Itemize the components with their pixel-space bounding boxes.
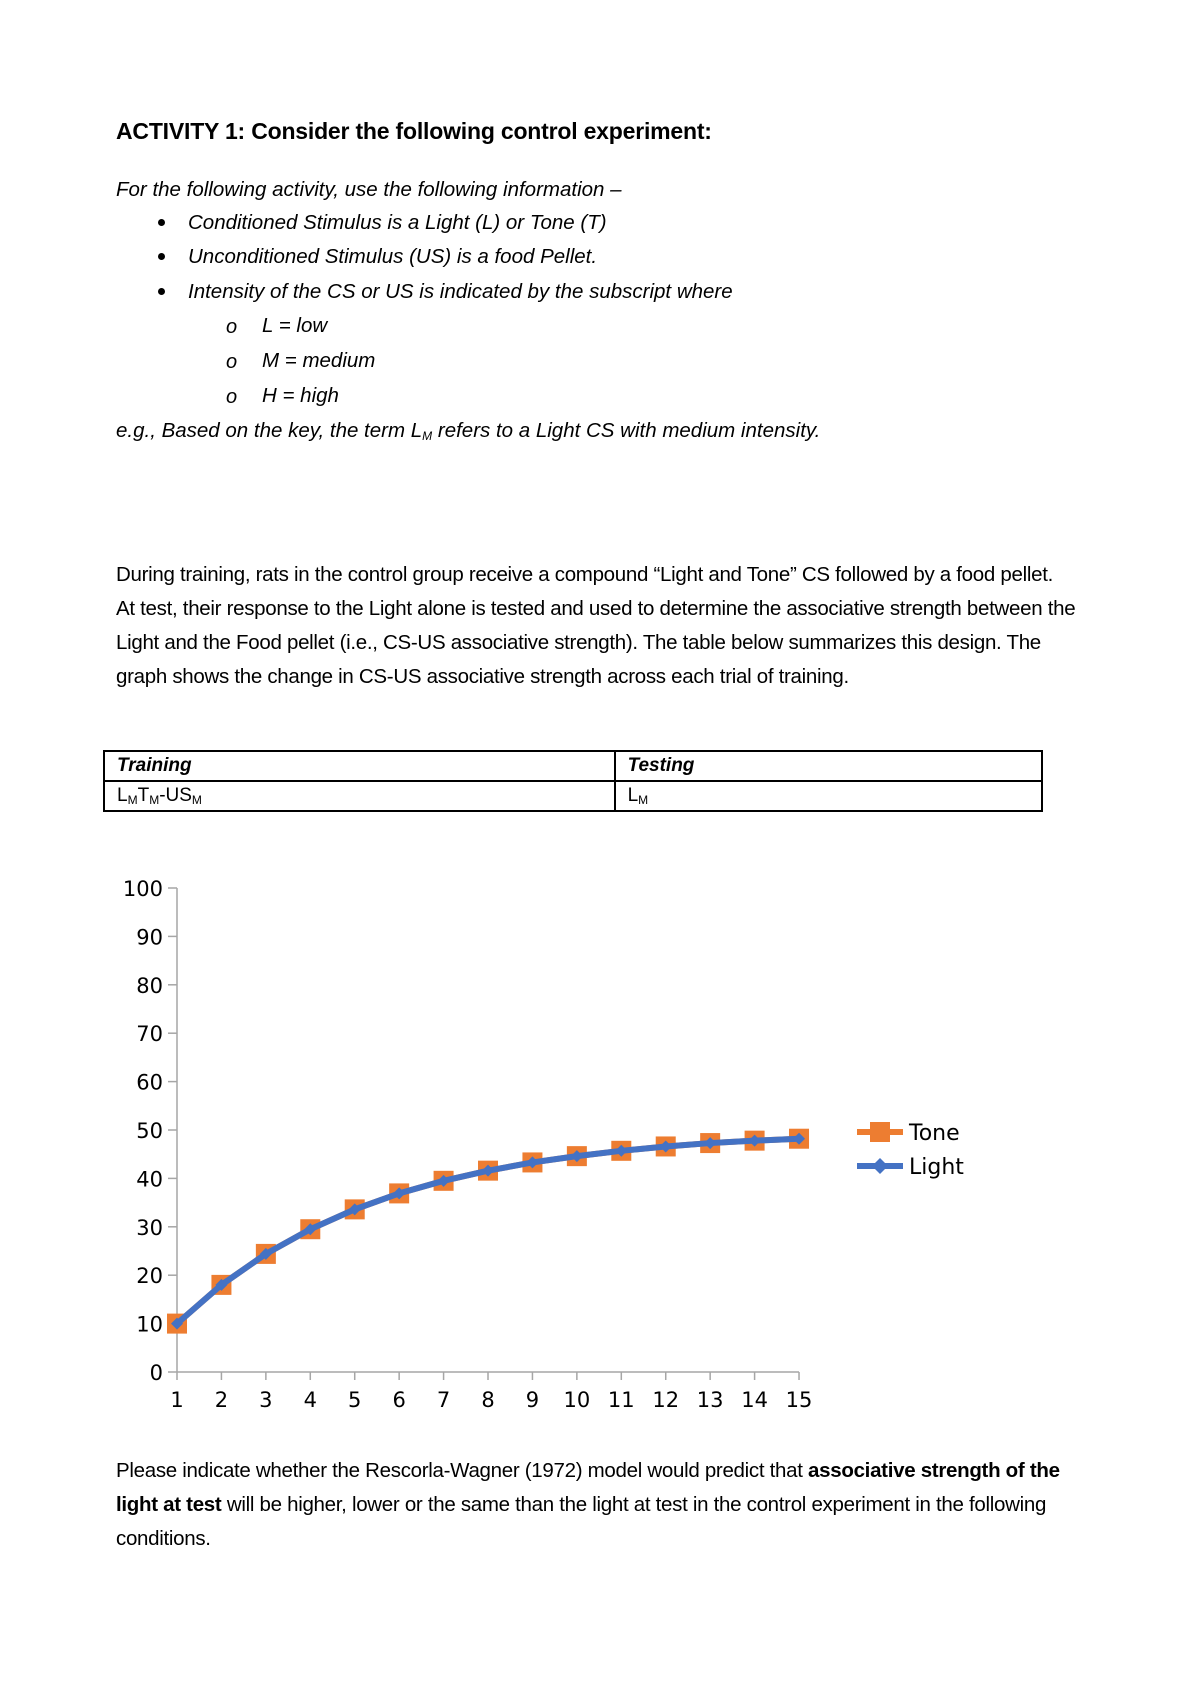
example-subscript: M bbox=[422, 429, 433, 443]
x-tick-label: 15 bbox=[786, 1388, 813, 1412]
bullet-item: Conditioned Stimulus is a Light (L) or T… bbox=[188, 211, 607, 234]
sub-bullet-icon: o bbox=[226, 316, 238, 338]
y-tick-label: 100 bbox=[123, 877, 163, 901]
design-paragraph: During training, rats in the control gro… bbox=[116, 563, 1076, 688]
associative-strength-chart: 01020304050607080901001 2 3 4 5 6 7 8 9 10 11 12 13 1… bbox=[123, 877, 964, 1412]
sub-bullet-item: H = high bbox=[262, 384, 339, 407]
y-tick-label: 0 bbox=[150, 1361, 163, 1385]
y-tick-label: 70 bbox=[136, 1022, 163, 1046]
chart-legend: Tone Light bbox=[857, 1121, 964, 1180]
x-tick-label: 1 bbox=[170, 1388, 183, 1412]
x-tick-label: 9 bbox=[526, 1388, 539, 1412]
term: -US bbox=[159, 785, 192, 806]
y-tick-label: 50 bbox=[136, 1119, 163, 1143]
bullet-icon bbox=[158, 288, 165, 295]
subscript: M bbox=[191, 793, 202, 807]
y-tick-label: 30 bbox=[136, 1216, 163, 1240]
sub-bullet-item: L = low bbox=[262, 314, 328, 337]
legend-label-light: Light bbox=[909, 1155, 964, 1180]
y-tick-label: 90 bbox=[136, 925, 163, 949]
x-tick-label: 14 bbox=[741, 1388, 768, 1412]
bullet-item: Intensity of the CS or US is indicated b… bbox=[188, 280, 733, 303]
intro-text: For the following activity, use the foll… bbox=[116, 178, 622, 201]
header-training: Training bbox=[103, 750, 616, 782]
term: T bbox=[137, 785, 150, 806]
activity-heading: ACTIVITY 1: Consider the following contr… bbox=[116, 118, 712, 144]
cell-training: LMTM-USM bbox=[103, 780, 616, 812]
y-tick-label: 80 bbox=[136, 974, 163, 998]
sub-bullet-icon: o bbox=[226, 386, 238, 408]
chart-series bbox=[167, 1128, 810, 1334]
cell-testing: LM bbox=[613, 780, 1044, 812]
x-tick-label: 7 bbox=[437, 1388, 450, 1412]
subscript: M bbox=[638, 793, 649, 807]
bullet-item: Unconditioned Stimulus (US) is a food Pe… bbox=[188, 245, 598, 268]
term: L bbox=[627, 785, 639, 806]
document-page: ACTIVITY 1: Consider the following contr… bbox=[0, 0, 1200, 1698]
design-table: Training Testing LMTM-USM LM bbox=[103, 750, 1044, 812]
subscript: M bbox=[149, 793, 160, 807]
table-header-row: Training Testing bbox=[103, 750, 1044, 782]
bullet-icon bbox=[158, 219, 165, 226]
subscript: M bbox=[127, 793, 138, 807]
y-tick-label: 60 bbox=[136, 1071, 163, 1095]
x-tick-label: 10 bbox=[564, 1388, 591, 1412]
x-tick-label: 13 bbox=[697, 1388, 724, 1412]
sub-bullet-icon: o bbox=[226, 351, 238, 373]
example-text: e.g., Based on the key, the term LM refe… bbox=[116, 419, 820, 443]
x-tick-label: 6 bbox=[392, 1388, 405, 1412]
x-tick-label: 5 bbox=[348, 1388, 361, 1412]
legend-label-tone: Tone bbox=[908, 1121, 960, 1146]
question-paragraph: Please indicate whether the Rescorla-Wag… bbox=[116, 1454, 1076, 1556]
x-tick-label: 11 bbox=[608, 1388, 635, 1412]
x-tick-label: 2 bbox=[215, 1388, 228, 1412]
question-text-end: will be higher, lower or the same than t… bbox=[116, 1493, 1047, 1550]
question-text: Please indicate whether the Rescorla-Wag… bbox=[116, 1459, 809, 1482]
example-after: refers to a Light CS with medium intensi… bbox=[432, 419, 821, 442]
legend-marker-tone bbox=[870, 1122, 890, 1142]
y-tick-label: 20 bbox=[136, 1264, 163, 1288]
example-before: e.g., Based on the key, the term L bbox=[116, 419, 423, 442]
legend-marker-light bbox=[872, 1158, 888, 1174]
bullet-icon bbox=[158, 253, 165, 260]
table-row: LMTM-USM LM bbox=[103, 780, 1044, 812]
term: L bbox=[117, 785, 128, 806]
sub-bullet-item: M = medium bbox=[262, 349, 376, 372]
x-tick-label: 4 bbox=[304, 1388, 317, 1412]
y-tick-label: 40 bbox=[136, 1167, 163, 1191]
x-tick-label: 3 bbox=[259, 1388, 272, 1412]
x-tick-label: 12 bbox=[652, 1388, 679, 1412]
header-testing: Testing bbox=[613, 750, 1044, 782]
x-tick-label: 8 bbox=[481, 1388, 494, 1412]
y-tick-label: 10 bbox=[136, 1313, 163, 1337]
